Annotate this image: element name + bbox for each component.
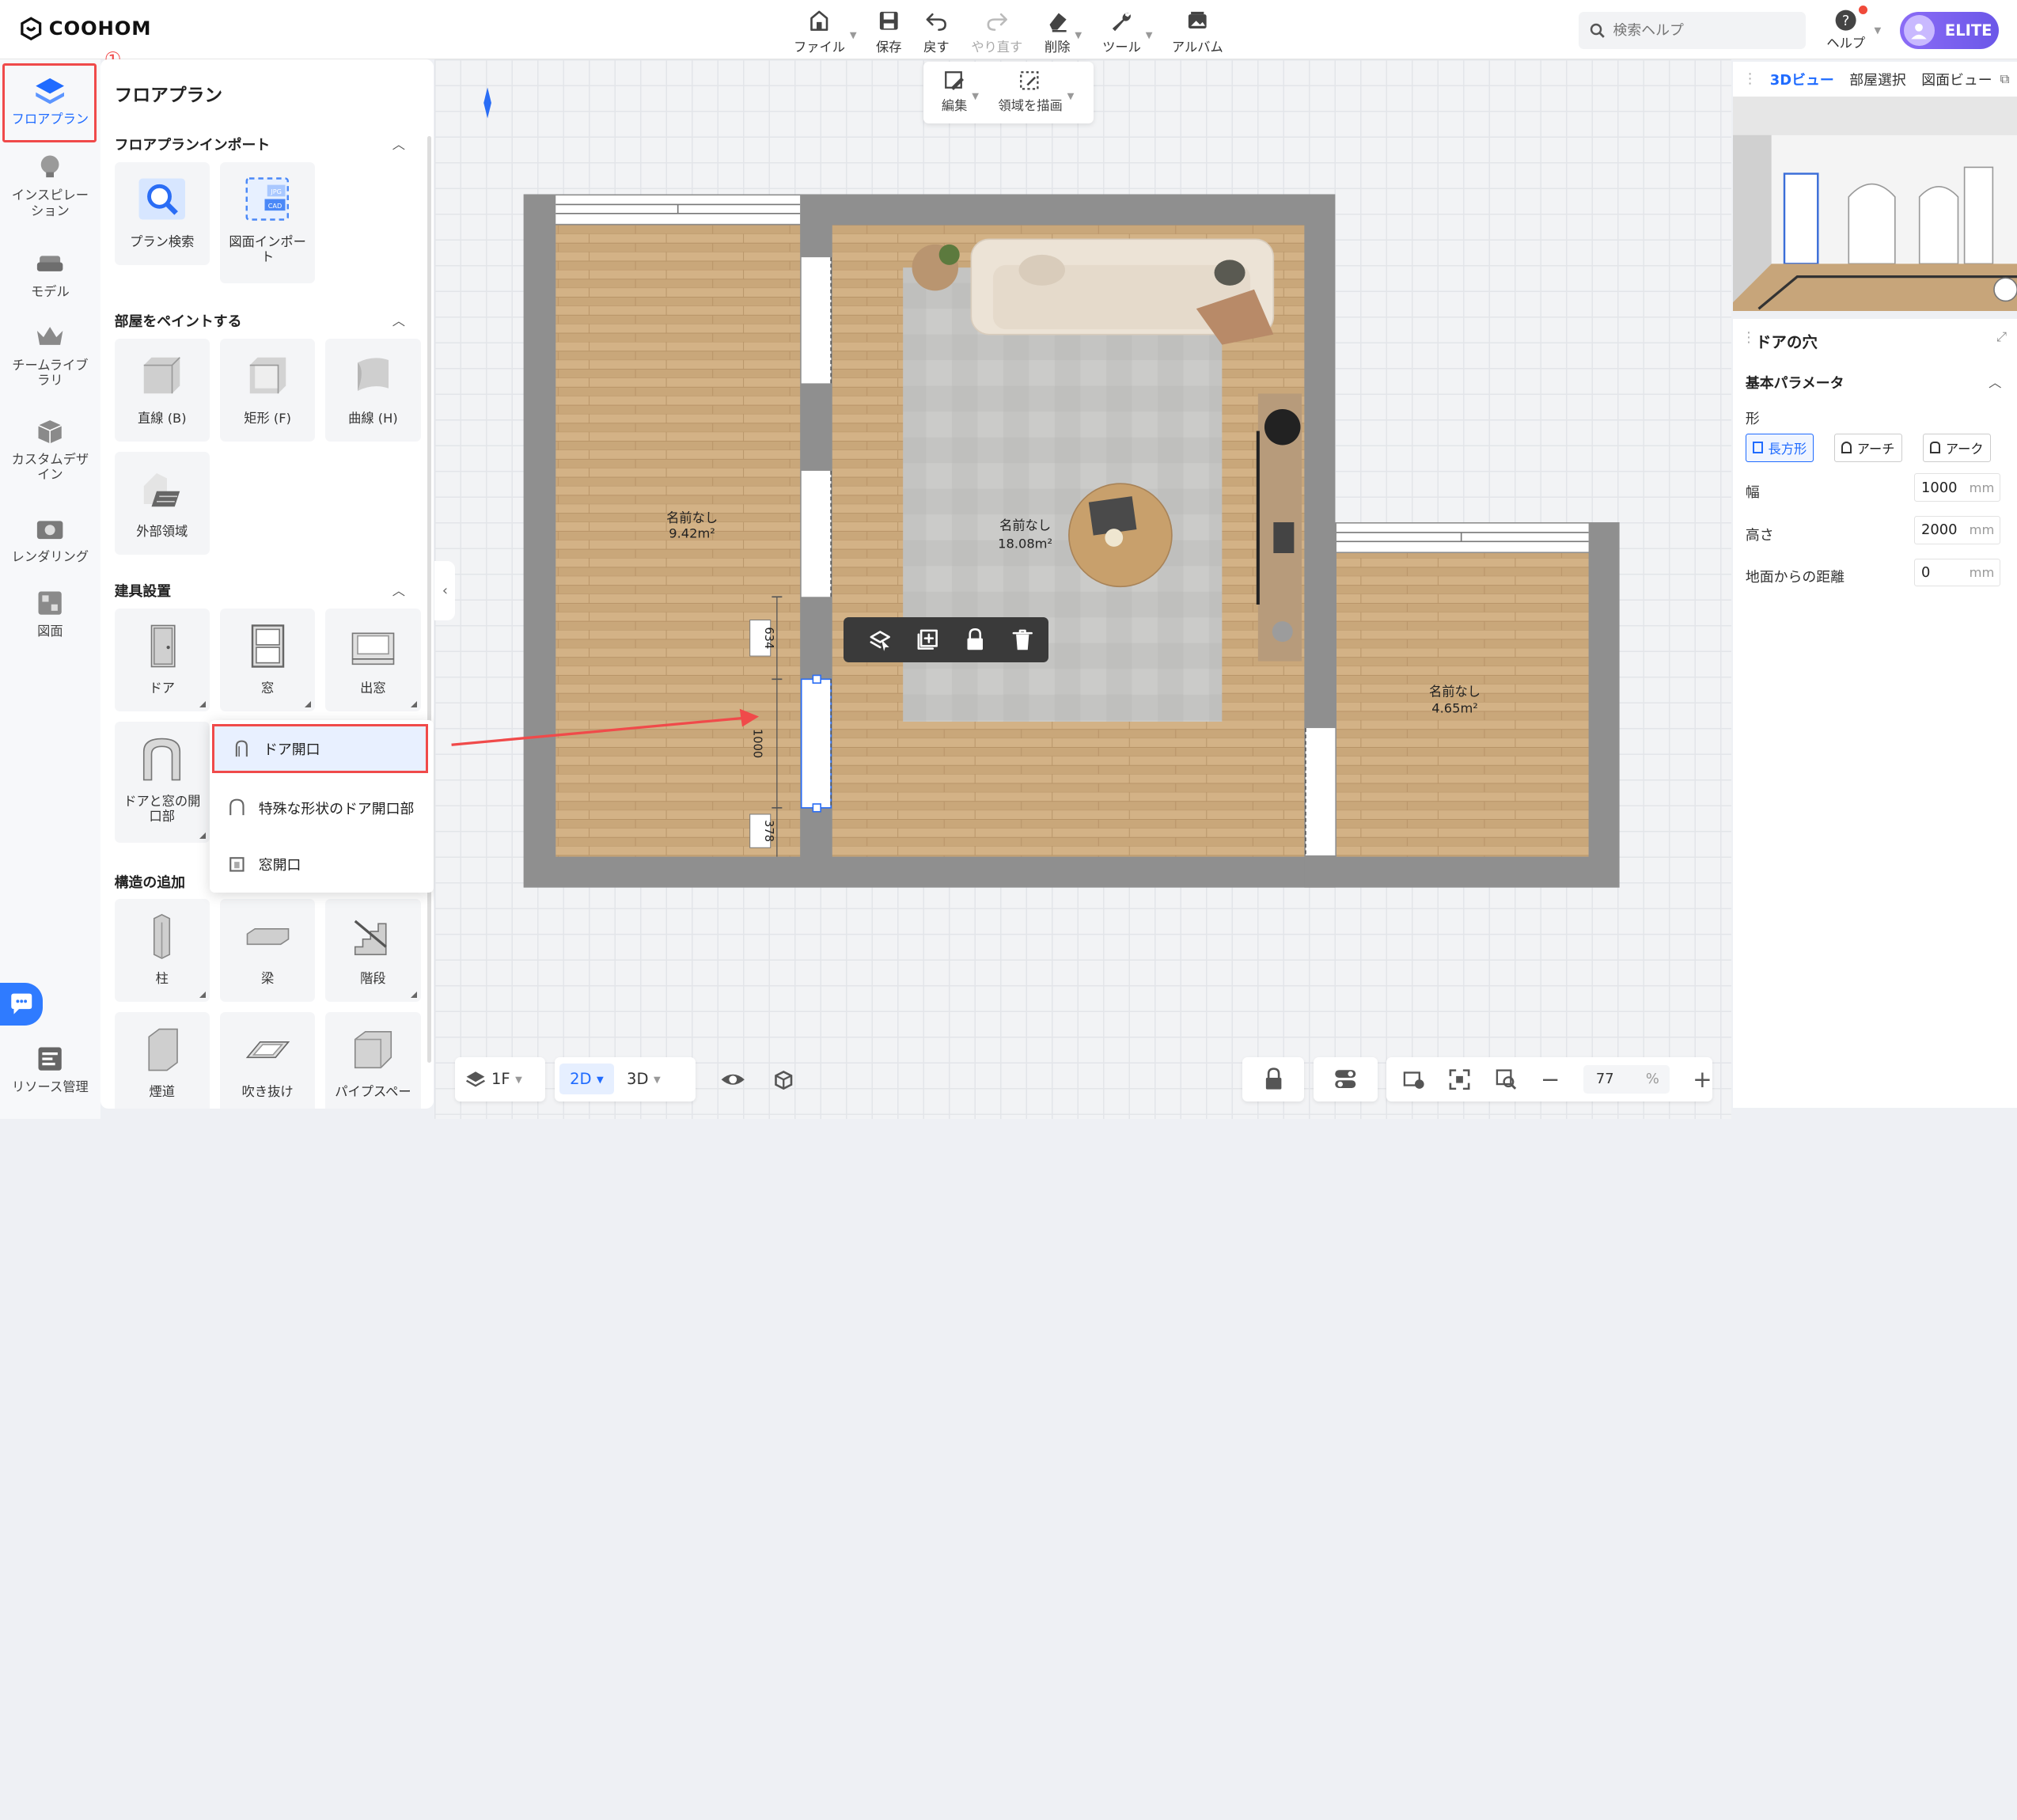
chevron-down-icon: ▼ bbox=[653, 1073, 661, 1085]
draw-area-icon bbox=[1020, 70, 1039, 90]
chevron-down-icon: ▼ bbox=[597, 1073, 604, 1085]
sofa-model[interactable] bbox=[970, 238, 1275, 345]
width-input[interactable]: 1000 mm bbox=[1913, 473, 2000, 502]
draw-area-button[interactable]: 領域を描画 ▼ bbox=[998, 70, 1074, 115]
unit-label: mm bbox=[1969, 480, 1995, 495]
opening-right[interactable] bbox=[1305, 728, 1336, 856]
floor-label: 1F bbox=[491, 1070, 510, 1089]
zoom-out-button[interactable]: − bbox=[1541, 1067, 1560, 1090]
mode-2d-label: 2D bbox=[570, 1070, 592, 1089]
lock-icon bbox=[1265, 1067, 1282, 1090]
view-panel: ⋮ 3Dビュー 部屋選択 図面ビュー ⧉ bbox=[1732, 62, 2017, 312]
drag-handle-icon[interactable]: ⋮ bbox=[1742, 329, 1756, 346]
edit-label: 編集 bbox=[941, 98, 968, 114]
edit-icon bbox=[944, 70, 964, 90]
visibility-tools bbox=[709, 1057, 812, 1101]
width-label: 幅 bbox=[1745, 483, 1760, 501]
app-window: COOHOM ファイル▼ 保存 戻す やり直す 削除▼ ツール▼ アルバム bbox=[0, 0, 2017, 1120]
room-left-floor[interactable] bbox=[555, 225, 801, 857]
chevron-down-icon: ▼ bbox=[515, 1073, 522, 1085]
window-right[interactable] bbox=[1336, 523, 1589, 552]
zoom-unit: % bbox=[1645, 1071, 1659, 1088]
room-name-right[interactable]: 名前なし bbox=[1429, 684, 1481, 699]
zoom-value: 77 bbox=[1595, 1071, 1614, 1088]
ground-distance-input[interactable]: 0 mm bbox=[1913, 558, 2000, 587]
arch-icon bbox=[1841, 442, 1852, 453]
zoom-in-button[interactable]: + bbox=[1693, 1067, 1712, 1090]
eye-icon[interactable] bbox=[720, 1067, 746, 1093]
unit-label: mm bbox=[1969, 522, 1995, 538]
shape-label: 長方形 bbox=[1768, 441, 1807, 457]
duplicate-icon[interactable] bbox=[915, 627, 941, 653]
ground-distance-value: 0 bbox=[1921, 563, 1931, 581]
3d-preview-scene bbox=[1732, 96, 2017, 312]
opening-2[interactable] bbox=[801, 470, 832, 597]
drag-handle-icon[interactable]: ⋮ bbox=[1733, 70, 1762, 87]
window-top-left[interactable] bbox=[555, 195, 801, 224]
unit-label: mm bbox=[1969, 564, 1995, 580]
selection-context-toolbar bbox=[844, 617, 1048, 663]
shape-arch-button[interactable]: アーチ bbox=[1834, 433, 1902, 462]
layers-icon bbox=[466, 1071, 486, 1087]
shape-label: アーチ bbox=[1856, 441, 1895, 457]
view-mode-switch: 2D ▼ 3D ▼ bbox=[554, 1057, 696, 1101]
width-value: 1000 bbox=[1921, 479, 1958, 496]
dimension-middle[interactable]: 1000 bbox=[751, 729, 764, 758]
zoom-input[interactable]: 77% bbox=[1583, 1064, 1670, 1094]
settings-toggle-button[interactable] bbox=[1313, 1057, 1378, 1101]
collapse-chevron-icon[interactable]: ︿ bbox=[1989, 372, 2001, 391]
basic-params-title: 基本パラメータ bbox=[1745, 374, 1844, 392]
tab-3d-view[interactable]: 3Dビュー bbox=[1762, 69, 1841, 89]
fit-view-icon[interactable] bbox=[1448, 1067, 1471, 1093]
mode-3d-button[interactable]: 3D ▼ bbox=[619, 1064, 668, 1094]
shape-label: アーク bbox=[1945, 441, 1984, 457]
chevron-down-icon: ▼ bbox=[972, 89, 980, 101]
cube-view-icon[interactable] bbox=[771, 1067, 797, 1093]
floor-selector[interactable]: 1F ▼ bbox=[455, 1057, 546, 1101]
rectangle-icon bbox=[1753, 442, 1764, 453]
north-arrow-icon bbox=[483, 87, 491, 119]
screenshot-settings-icon[interactable] bbox=[1402, 1067, 1425, 1093]
opening-1[interactable] bbox=[801, 257, 832, 384]
lock-icon[interactable] bbox=[962, 627, 988, 653]
height-value: 2000 bbox=[1921, 521, 1958, 539]
arc-icon bbox=[1930, 442, 1941, 453]
trash-icon[interactable] bbox=[1010, 627, 1036, 653]
shape-rectangle-button[interactable]: 長方形 bbox=[1745, 433, 1814, 462]
dimension-bottom: 378 bbox=[762, 820, 775, 842]
mode-2d-button[interactable]: 2D ▼ bbox=[559, 1064, 614, 1095]
room-name-center[interactable]: 名前なし bbox=[999, 518, 1051, 533]
room-area-center: 18.08m² bbox=[998, 537, 1052, 552]
zoom-toolbar: − 77% + bbox=[1386, 1057, 1712, 1101]
zoom-area-icon[interactable] bbox=[1495, 1067, 1518, 1093]
door-hole-properties: ⋮ ドアの穴 ⤢ 基本パラメータ ︿ 形 長方形 アーチ アーク 幅 1000 m… bbox=[1732, 319, 2017, 1108]
height-input[interactable]: 2000 mm bbox=[1913, 515, 2000, 544]
lock-view-button[interactable] bbox=[1242, 1057, 1305, 1101]
dimension-top: 634 bbox=[762, 627, 775, 649]
tab-drawing-view[interactable]: 図面ビュー bbox=[1913, 69, 2000, 89]
canvas-sub-toolbar: 編集 ▼ 領域を描画 ▼ bbox=[923, 62, 1094, 124]
properties-title: ドアの穴 bbox=[1755, 333, 1818, 352]
mode-3d-label: 3D bbox=[627, 1070, 649, 1089]
room-area-right: 4.65m² bbox=[1431, 701, 1478, 716]
shape-arc-button[interactable]: アーク bbox=[1923, 433, 1991, 462]
height-label: 高さ bbox=[1745, 526, 1774, 544]
chevron-down-icon: ▼ bbox=[1067, 89, 1075, 101]
ground-distance-label: 地面からの距離 bbox=[1745, 569, 1845, 586]
floor-plan-drawing[interactable]: 634 1000 378 名前なし 9.42m² 名前なし 18.08m² 名前… bbox=[0, 0, 2017, 1119]
popout-icon[interactable]: ⧉ bbox=[2000, 71, 2017, 87]
selected-door-opening[interactable] bbox=[800, 678, 832, 809]
select-layers-icon[interactable] bbox=[867, 627, 893, 653]
3d-preview[interactable] bbox=[1732, 96, 2017, 312]
edit-button[interactable]: 編集 ▼ bbox=[941, 70, 979, 115]
room-name-left[interactable]: 名前なし bbox=[666, 510, 718, 525]
draw-area-label: 領域を描画 bbox=[998, 98, 1063, 114]
toggle-icon bbox=[1335, 1070, 1356, 1089]
room-area-left: 9.42m² bbox=[669, 525, 715, 540]
expand-icon[interactable]: ⤢ bbox=[1996, 329, 2007, 345]
shape-label: 形 bbox=[1745, 411, 1760, 428]
tab-room-select[interactable]: 部屋選択 bbox=[1841, 69, 1913, 89]
